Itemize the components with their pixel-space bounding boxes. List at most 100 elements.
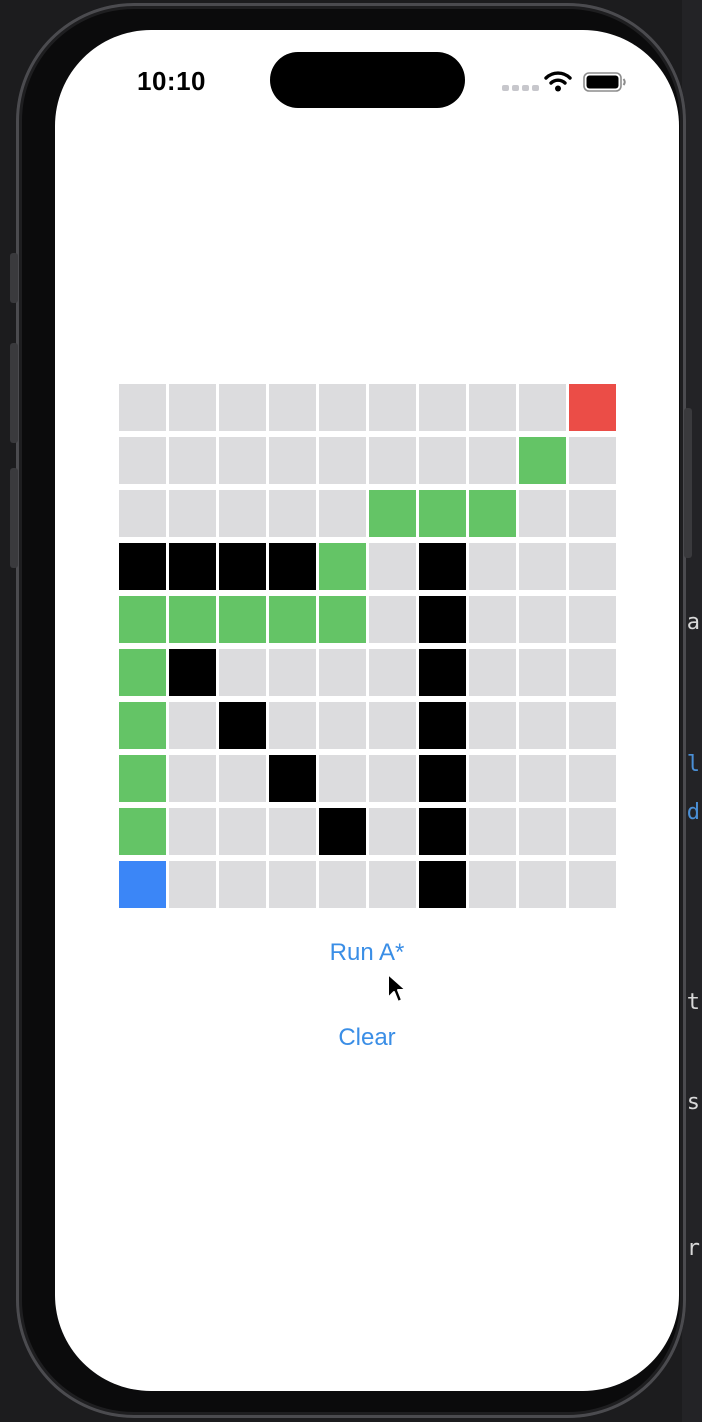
grid-cell-path[interactable] — [469, 490, 516, 537]
grid-cell-empty[interactable] — [269, 437, 316, 484]
grid-cell-empty[interactable] — [519, 384, 566, 431]
grid-cell-empty[interactable] — [369, 384, 416, 431]
grid-cell-empty[interactable] — [569, 702, 616, 749]
grid-cell-empty[interactable] — [269, 490, 316, 537]
grid-cell-empty[interactable] — [469, 755, 516, 802]
grid-cell-wall[interactable] — [419, 702, 466, 749]
grid-cell-empty[interactable] — [319, 437, 366, 484]
grid-cell-empty[interactable] — [169, 861, 216, 908]
grid-cell-path[interactable] — [419, 490, 466, 537]
grid-cell-path[interactable] — [519, 437, 566, 484]
grid-cell-path[interactable] — [269, 596, 316, 643]
grid-cell-empty[interactable] — [569, 808, 616, 855]
grid-cell-wall[interactable] — [119, 543, 166, 590]
grid-cell-empty[interactable] — [569, 543, 616, 590]
grid-cell-empty[interactable] — [269, 384, 316, 431]
grid-cell-path[interactable] — [169, 596, 216, 643]
grid-cell-empty[interactable] — [569, 861, 616, 908]
grid-cell-empty[interactable] — [219, 490, 266, 537]
grid-cell-empty[interactable] — [169, 384, 216, 431]
grid-cell-empty[interactable] — [519, 649, 566, 696]
grid-cell-empty[interactable] — [569, 596, 616, 643]
grid-cell-wall[interactable] — [419, 649, 466, 696]
grid-cell-empty[interactable] — [519, 490, 566, 537]
grid-cell-goal[interactable] — [569, 384, 616, 431]
grid-cell-empty[interactable] — [319, 702, 366, 749]
grid-cell-empty[interactable] — [469, 861, 516, 908]
grid-cell-empty[interactable] — [319, 384, 366, 431]
grid-cell-empty[interactable] — [119, 437, 166, 484]
grid-cell-path[interactable] — [369, 490, 416, 537]
grid-cell-empty[interactable] — [169, 755, 216, 802]
grid-cell-empty[interactable] — [369, 861, 416, 908]
grid-cell-wall[interactable] — [419, 808, 466, 855]
grid-cell-empty[interactable] — [119, 490, 166, 537]
grid-cell-empty[interactable] — [419, 437, 466, 484]
grid-cell-wall[interactable] — [269, 543, 316, 590]
grid-cell-empty[interactable] — [369, 649, 416, 696]
clear-button[interactable]: Clear — [55, 1024, 679, 1052]
grid-cell-empty[interactable] — [469, 437, 516, 484]
grid-cell-empty[interactable] — [469, 702, 516, 749]
grid-cell-empty[interactable] — [319, 490, 366, 537]
grid-cell-empty[interactable] — [169, 808, 216, 855]
grid-cell-wall[interactable] — [169, 649, 216, 696]
grid-cell-empty[interactable] — [169, 702, 216, 749]
grid-cell-empty[interactable] — [569, 490, 616, 537]
grid-cell-start[interactable] — [119, 861, 166, 908]
grid-cell-empty[interactable] — [569, 649, 616, 696]
grid-cell-empty[interactable] — [169, 437, 216, 484]
grid-cell-empty[interactable] — [369, 702, 416, 749]
grid-cell-wall[interactable] — [219, 543, 266, 590]
grid-cell-wall[interactable] — [419, 861, 466, 908]
grid-cell-empty[interactable] — [219, 437, 266, 484]
grid-cell-empty[interactable] — [519, 808, 566, 855]
grid-cell-empty[interactable] — [269, 808, 316, 855]
grid-cell-empty[interactable] — [519, 755, 566, 802]
grid-cell-empty[interactable] — [419, 384, 466, 431]
grid-cell-empty[interactable] — [219, 808, 266, 855]
grid-cell-empty[interactable] — [569, 755, 616, 802]
grid-cell-empty[interactable] — [469, 808, 516, 855]
grid-cell-empty[interactable] — [319, 649, 366, 696]
grid-cell-empty[interactable] — [469, 384, 516, 431]
grid-cell-empty[interactable] — [519, 543, 566, 590]
grid-cell-wall[interactable] — [169, 543, 216, 590]
grid-cell-path[interactable] — [119, 596, 166, 643]
grid-cell-empty[interactable] — [269, 649, 316, 696]
grid-cell-empty[interactable] — [519, 861, 566, 908]
grid-cell-empty[interactable] — [219, 384, 266, 431]
grid-cell-wall[interactable] — [419, 755, 466, 802]
grid-cell-empty[interactable] — [269, 702, 316, 749]
grid-cell-path[interactable] — [319, 543, 366, 590]
grid-cell-empty[interactable] — [469, 596, 516, 643]
grid-cell-empty[interactable] — [319, 861, 366, 908]
run-astar-button[interactable]: Run A* — [55, 939, 679, 967]
grid-cell-path[interactable] — [119, 755, 166, 802]
grid-cell-wall[interactable] — [319, 808, 366, 855]
grid-cell-empty[interactable] — [119, 384, 166, 431]
grid-cell-wall[interactable] — [269, 755, 316, 802]
grid-cell-path[interactable] — [119, 808, 166, 855]
grid-cell-empty[interactable] — [369, 755, 416, 802]
grid-cell-empty[interactable] — [219, 755, 266, 802]
grid-cell-empty[interactable] — [369, 596, 416, 643]
grid-cell-empty[interactable] — [369, 437, 416, 484]
grid-cell-empty[interactable] — [369, 543, 416, 590]
grid-cell-empty[interactable] — [319, 755, 366, 802]
grid-cell-empty[interactable] — [519, 702, 566, 749]
grid-cell-wall[interactable] — [219, 702, 266, 749]
grid-cell-path[interactable] — [119, 649, 166, 696]
grid-cell-empty[interactable] — [369, 808, 416, 855]
grid-cell-path[interactable] — [319, 596, 366, 643]
grid-cell-empty[interactable] — [219, 861, 266, 908]
grid-cell-wall[interactable] — [419, 596, 466, 643]
grid-cell-empty[interactable] — [569, 437, 616, 484]
grid-cell-empty[interactable] — [219, 649, 266, 696]
grid-cell-empty[interactable] — [269, 861, 316, 908]
grid-cell-path[interactable] — [219, 596, 266, 643]
grid-cell-empty[interactable] — [469, 649, 516, 696]
grid-cell-wall[interactable] — [419, 543, 466, 590]
grid-cell-empty[interactable] — [169, 490, 216, 537]
grid-cell-empty[interactable] — [519, 596, 566, 643]
